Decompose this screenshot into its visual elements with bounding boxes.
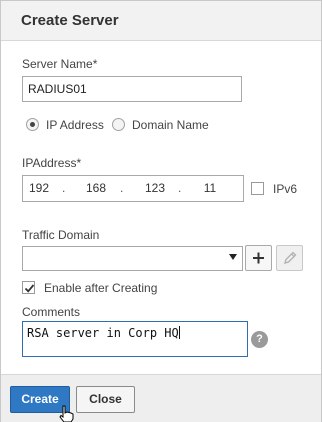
ip-address-field: 192 . 168 . 123 . 11 [22, 175, 244, 202]
ip-octet-3[interactable]: 123 [140, 181, 170, 195]
ipv6-checkbox[interactable] [251, 182, 264, 195]
ip-dot-3: . [178, 181, 182, 195]
add-traffic-domain-button[interactable] [245, 245, 272, 271]
ipv6-label: IPv6 [273, 182, 298, 196]
comments-text: RSA server in Corp HQ [27, 326, 179, 340]
ip-octet-1[interactable]: 192 [24, 181, 54, 195]
server-name-label: Server Name* [22, 57, 98, 71]
close-button[interactable]: Close [76, 386, 135, 413]
enable-after-creating-label: Enable after Creating [44, 281, 158, 295]
text-caret [178, 326, 180, 339]
traffic-domain-label: Traffic Domain [22, 228, 100, 242]
ip-dot-2: . [120, 181, 124, 195]
ip-octet-2[interactable]: 168 [81, 181, 111, 195]
dialog-footer: Create Close [1, 374, 321, 422]
traffic-domain-select[interactable] [22, 246, 243, 271]
ip-address-radio-label: IP Address [46, 118, 104, 132]
ip-address-label: IPAddress* [22, 156, 82, 170]
help-icon[interactable]: ? [251, 331, 268, 348]
checkmark-icon [24, 284, 35, 293]
dropdown-arrow-icon [229, 254, 237, 260]
pencil-icon [284, 251, 297, 264]
server-name-input[interactable]: RADIUS01 [22, 76, 242, 102]
ip-octet-4[interactable]: 11 [195, 181, 225, 195]
ip-address-radio[interactable] [26, 118, 39, 131]
domain-name-radio-label: Domain Name [132, 118, 209, 132]
enable-after-creating-checkbox[interactable] [22, 281, 35, 294]
dialog-title: Create Server [21, 12, 119, 29]
edit-traffic-domain-button[interactable] [276, 245, 303, 271]
hand-cursor-icon [59, 405, 74, 422]
create-server-dialog: Create Server Server Name* RADIUS01 IP A… [0, 0, 322, 422]
dialog-header: Create Server [1, 1, 321, 41]
ip-dot-1: . [62, 181, 66, 195]
comments-label: Comments [22, 305, 81, 319]
comments-textarea[interactable]: RSA server in Corp HQ [22, 321, 248, 357]
plus-icon [253, 252, 264, 264]
domain-name-radio[interactable] [112, 118, 125, 131]
